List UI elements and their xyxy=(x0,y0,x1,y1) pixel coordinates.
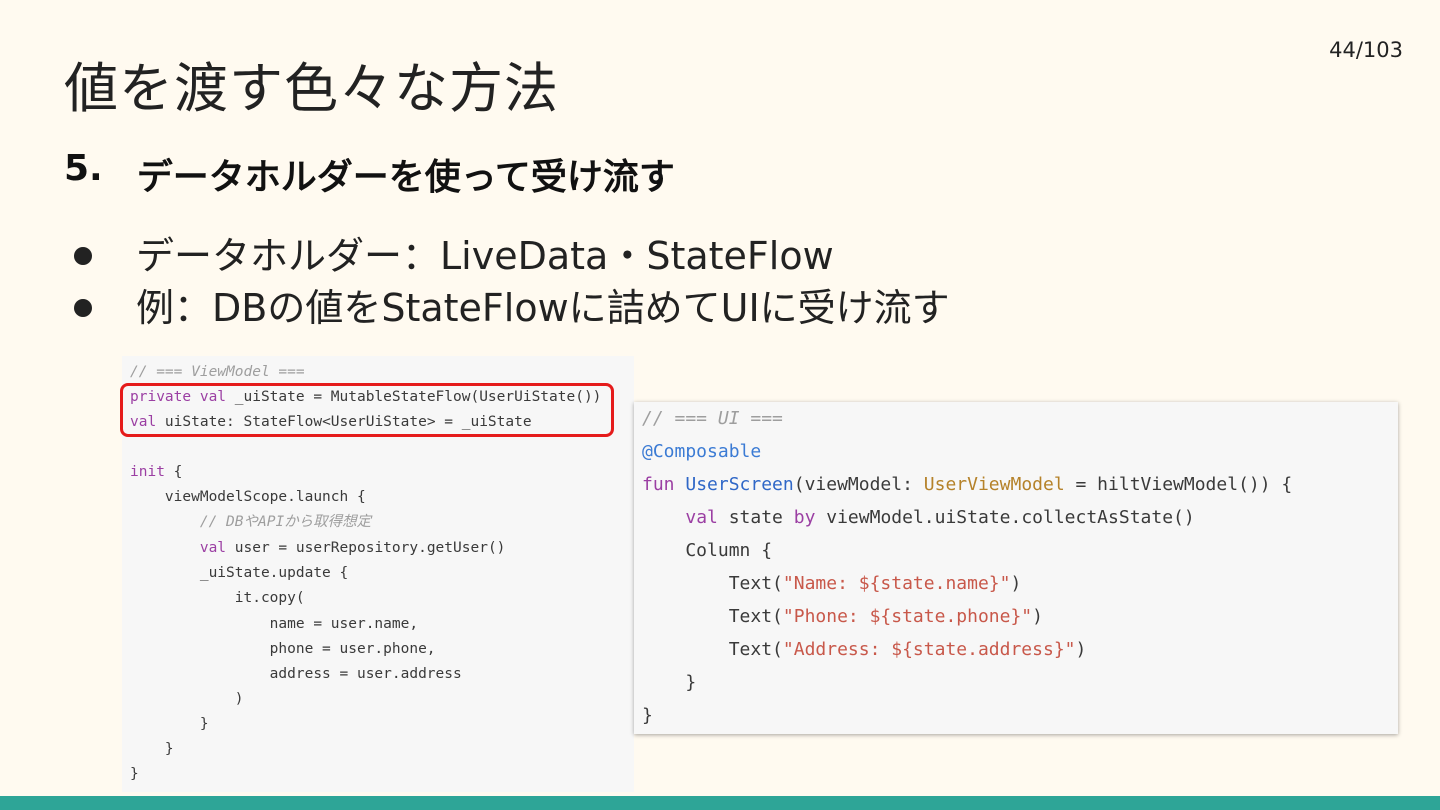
code-text: user = userRepository.getUser() xyxy=(226,540,506,556)
bullet-item: データホルダー：LiveData・StateFlow xyxy=(74,230,950,282)
code-line: it.copy( xyxy=(130,590,305,606)
code-line: } xyxy=(130,741,174,757)
code-keyword: fun xyxy=(642,474,675,495)
code-text: Text( xyxy=(642,606,783,627)
code-keyword: val xyxy=(685,507,718,528)
code-line: ) xyxy=(130,691,244,707)
code-line: } xyxy=(130,766,139,782)
code-text: ) xyxy=(1075,639,1087,660)
code-line: Text("Name: ${state.name}") xyxy=(642,567,1022,600)
code-text: ) xyxy=(1032,606,1043,627)
bullet-text: 例：DBの値をStateFlowに詰めてUIに受け流す xyxy=(136,286,950,330)
code-line: phone = user.phone, xyxy=(130,641,436,657)
code-text: (viewModel: xyxy=(793,474,924,495)
code-line: } xyxy=(642,705,653,726)
bullet-dot-icon xyxy=(74,247,92,265)
code-text: viewModel.uiState.collectAsState() xyxy=(815,507,1195,528)
bullet-text: データホルダー：LiveData・StateFlow xyxy=(136,234,834,278)
code-line: } xyxy=(130,716,209,732)
page-number: 44/103 xyxy=(1329,38,1403,62)
bottom-accent-bar xyxy=(0,796,1440,810)
code-line: address = user.address xyxy=(130,666,462,682)
code-text: = hiltViewModel()) { xyxy=(1064,474,1293,495)
code-line: fun UserScreen(viewModel: UserViewModel … xyxy=(642,468,1292,501)
slide-title: 値を渡す色々な方法 xyxy=(64,57,559,120)
bullet-list: データホルダー：LiveData・StateFlow 例：DBの値をStateF… xyxy=(74,230,950,334)
code-keyword: val xyxy=(199,540,227,556)
code-string: "Phone: ${state.phone}" xyxy=(782,606,1033,627)
code-comment: // === UI === xyxy=(642,408,783,429)
code-line: init { xyxy=(130,460,182,485)
code-line: name = user.name, xyxy=(130,616,419,632)
code-line: viewModelScope.launch { xyxy=(130,489,366,505)
section-heading-text: データホルダーを使って受け流す xyxy=(136,157,675,198)
code-type: UserViewModel xyxy=(923,474,1065,495)
code-line: Text("Phone: ${state.phone}") xyxy=(642,600,1043,633)
code-string: "Name: ${state.name}" xyxy=(782,573,1011,594)
code-line: _uiState.update { xyxy=(130,565,349,581)
section-number: 5. xyxy=(64,148,103,189)
code-comment: // DBやAPIから取得想定 xyxy=(130,514,372,530)
code-text: Text( xyxy=(642,639,783,660)
code-keyword: init xyxy=(130,464,165,480)
highlight-box xyxy=(120,383,614,437)
code-line: } xyxy=(642,672,697,693)
code-line: Column { xyxy=(642,540,773,561)
bullet-item: 例：DBの値をStateFlowに詰めてUIに受け流す xyxy=(74,282,950,334)
code-line: Text("Address: ${state.address}") xyxy=(642,633,1087,666)
code-text: Text( xyxy=(642,573,783,594)
code-function-name: UserScreen xyxy=(685,474,794,495)
code-annotation: @Composable xyxy=(642,441,762,462)
code-line: val user = userRepository.getUser() xyxy=(130,536,506,561)
code-string: "Address: ${state.address}" xyxy=(782,639,1076,660)
bullet-dot-icon xyxy=(74,299,92,317)
code-comment: // === ViewModel === xyxy=(130,364,305,380)
code-text: { xyxy=(164,464,183,480)
code-line: val state by viewModel.uiState.collectAs… xyxy=(642,501,1195,534)
code-keyword: by xyxy=(793,507,816,528)
code-text: ) xyxy=(1010,573,1022,594)
code-text: state xyxy=(717,507,794,528)
ui-code-block: // === UI === @Composable fun UserScreen… xyxy=(634,402,1398,734)
section-heading: 5. データホルダーを使って受け流す xyxy=(64,148,675,200)
